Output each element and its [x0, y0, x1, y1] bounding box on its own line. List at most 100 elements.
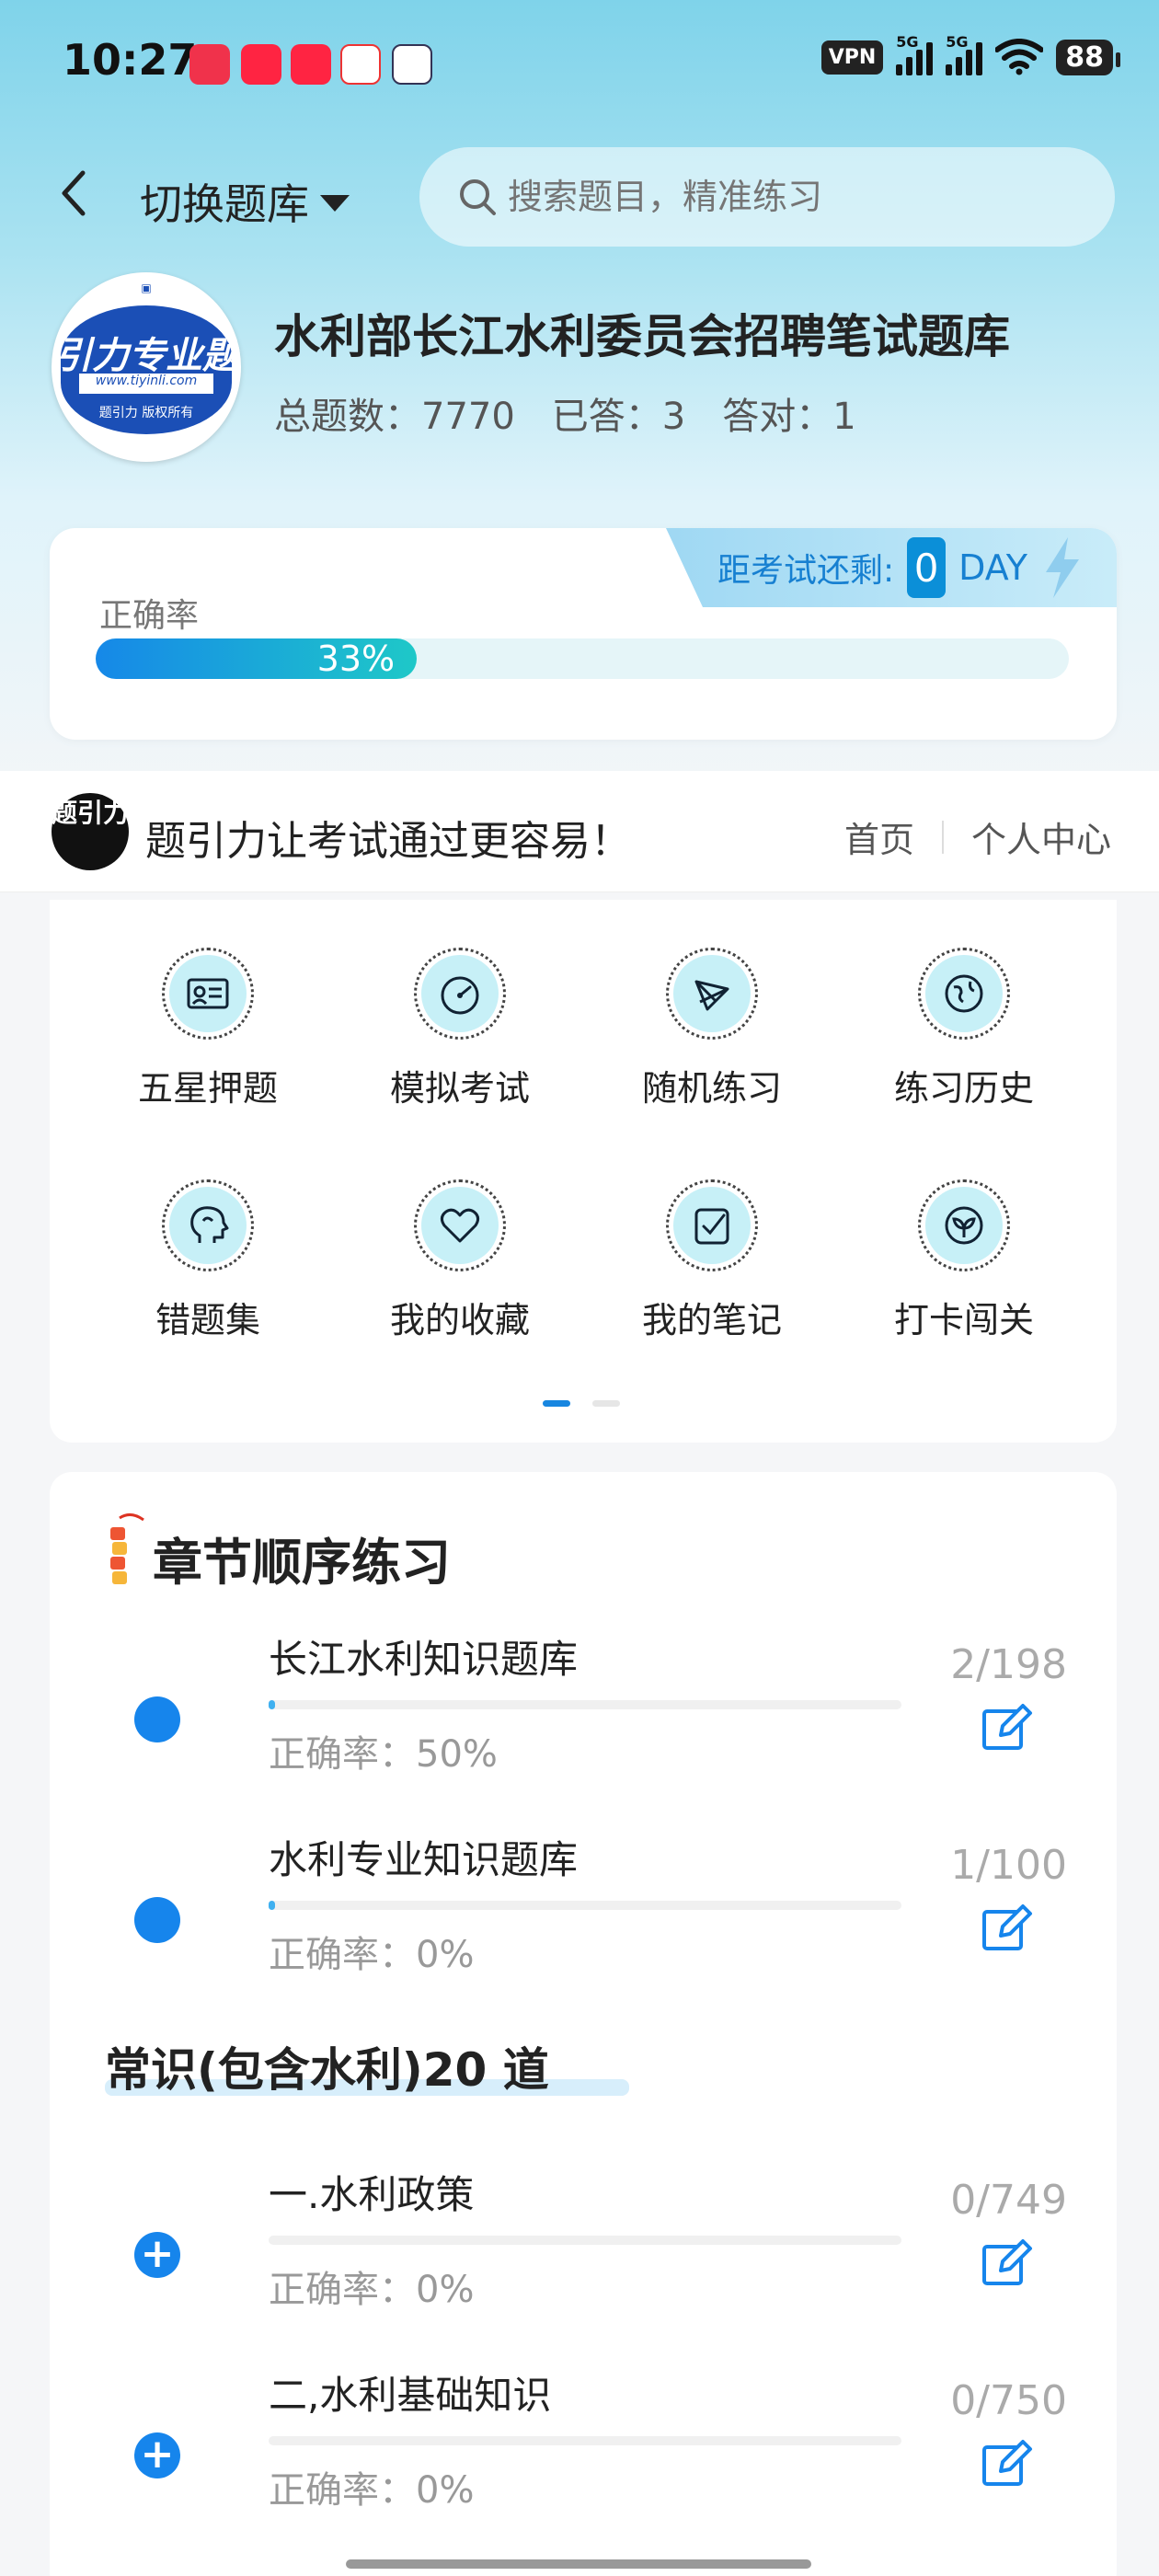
chapter-accuracy: 正确率：50% — [269, 1733, 498, 1776]
chapter-progress-track — [269, 2436, 901, 2445]
chapter-progress-track — [269, 1901, 901, 1910]
edit-icon[interactable] — [979, 2436, 1034, 2491]
signal-icon: 5G — [946, 33, 983, 75]
notification-icon — [189, 44, 230, 85]
logo-copyright: 题引力 版权所有 — [98, 406, 194, 420]
edit-icon[interactable] — [979, 2236, 1034, 2291]
accuracy-percent: 33% — [316, 638, 396, 679]
promo-bar: 题引力 题引力让考试通过更容易！ 首页 个人中心 — [0, 771, 1159, 892]
status-bar: 10:27 VPN 5G 5G 88 — [0, 0, 1159, 129]
expand-plus-icon[interactable]: + — [134, 2432, 180, 2478]
id-card-icon — [187, 978, 229, 1009]
chapter-dot-icon — [134, 1696, 180, 1742]
feature-five-star[interactable]: 五星押题 — [98, 948, 318, 1110]
battery-icon: 88 — [1056, 39, 1120, 75]
shuffle-icon — [694, 980, 729, 1011]
notification-icon — [241, 44, 281, 85]
feature-checkin[interactable]: 打卡闯关 — [854, 1179, 1074, 1342]
chapter-row[interactable]: 长江水利知识题库 正确率：50% 2/198 — [50, 1628, 1117, 1785]
feature-label: 我的收藏 — [389, 1300, 530, 1340]
wifi-icon — [995, 39, 1044, 75]
chapter-row[interactable]: + 二,水利基础知识 正确率：0% 0/750 — [50, 2364, 1117, 2521]
chapter-progress-track — [269, 1700, 901, 1709]
chapter-progress-track — [269, 2236, 901, 2245]
feature-wrong-questions[interactable]: 错题集 — [98, 1179, 318, 1342]
search-input[interactable] — [508, 177, 1060, 217]
feature-history[interactable]: 练习历史 — [854, 948, 1074, 1110]
feature-mock-exam[interactable]: 模拟考试 — [350, 948, 570, 1110]
section-title: 常识(包含水利)20 道 — [105, 2043, 549, 2097]
chapter-row[interactable]: 水利专业知识题库 正确率：0% 1/100 — [50, 1829, 1117, 1985]
chapter-dot-icon — [134, 1897, 180, 1943]
feature-random-practice[interactable]: 随机练习 — [602, 948, 822, 1110]
chapter-accuracy: 正确率：0% — [269, 2469, 475, 2512]
chapter-row[interactable]: + 一.水利政策 正确率：0% 0/749 — [50, 2164, 1117, 2320]
note-check-icon — [694, 1208, 729, 1245]
search-bar[interactable] — [419, 147, 1115, 247]
chapter-name: 二,水利基础知识 — [269, 2373, 552, 2418]
search-icon — [460, 179, 496, 215]
chapter-accuracy: 正确率：0% — [269, 1934, 475, 1976]
chapter-title: 章节顺序练习 — [153, 1534, 451, 1592]
vpn-badge: VPN — [820, 40, 884, 75]
chapter-practice-card: 章节顺序练习 长江水利知识题库 正确率：50% 2/198 水利专业知识题库 正… — [50, 1472, 1117, 2576]
home-indicator[interactable] — [346, 2559, 811, 2569]
feature-label: 模拟考试 — [389, 1068, 530, 1109]
edit-icon[interactable] — [979, 1901, 1034, 1956]
sprout-icon — [945, 1206, 983, 1245]
app-logo: 题引力 — [52, 793, 129, 870]
chapter-name: 水利专业知识题库 — [269, 1837, 579, 1882]
expand-plus-icon[interactable]: + — [134, 2232, 180, 2278]
countdown-label: 距考试还剩: — [717, 552, 895, 590]
bank-title: 水利部长江水利委员会招聘笔试题库 — [274, 310, 1010, 363]
caret-down-icon — [320, 195, 350, 212]
answered-count: 已答：3 — [551, 396, 686, 438]
correct-count: 答对：1 — [722, 396, 856, 438]
feature-label: 错题集 — [155, 1300, 260, 1340]
chapter-name: 长江水利知识题库 — [269, 1637, 579, 1682]
firecracker-icon — [110, 1513, 144, 1584]
accuracy-card: 距考试还剩: 0 DAY 正确率 33% — [50, 528, 1117, 740]
exam-countdown: 距考试还剩: 0 DAY — [666, 528, 1117, 607]
speedometer-icon — [441, 976, 479, 1015]
page-dot-active[interactable] — [543, 1400, 570, 1407]
status-time: 10:27 — [63, 35, 198, 85]
bank-stats: 总题数：7770 已答：3 答对：1 — [274, 386, 856, 440]
feature-favorites[interactable]: 我的收藏 — [350, 1179, 570, 1342]
edit-icon[interactable] — [979, 1700, 1034, 1755]
status-indicators: VPN 5G 5G 88 — [820, 33, 1120, 75]
switch-bank-button[interactable]: 切换题库 — [140, 171, 350, 232]
chapter-progress-fill — [269, 1901, 275, 1910]
feature-notes[interactable]: 我的笔记 — [602, 1179, 822, 1342]
globe-icon — [945, 974, 983, 1013]
logo-brand-text: 引力专业题 — [55, 335, 239, 377]
page-dot[interactable] — [592, 1400, 620, 1407]
feature-grid: 五星押题 模拟考试 随机练习 练习历史 错题集 我的收藏 我的笔记 打卡闯关 — [50, 900, 1117, 1443]
bank-logo: ▣ 引力专业题 www.tiyinli.com 题引力 版权所有 — [52, 272, 241, 462]
chapter-count: 2/198 — [950, 1641, 1067, 1688]
switch-bank-label: 切换题库 — [140, 179, 309, 229]
home-link[interactable]: 首页 — [844, 811, 914, 862]
back-arrow-icon[interactable] — [55, 166, 92, 221]
page-indicator — [543, 1400, 620, 1407]
accuracy-label: 正确率 — [99, 597, 200, 635]
feature-label: 随机练习 — [641, 1068, 782, 1109]
total-count: 总题数：7770 — [274, 396, 515, 438]
chapter-count: 0/750 — [950, 2377, 1067, 2424]
chapter-accuracy: 正确率：0% — [269, 2269, 475, 2311]
countdown-value: 0 — [907, 537, 947, 598]
chapter-progress-fill — [269, 1700, 275, 1709]
notification-icon — [340, 44, 381, 85]
signal-icon: 5G — [896, 33, 934, 75]
head-icon — [190, 1206, 229, 1243]
feature-label: 打卡闯关 — [893, 1300, 1034, 1340]
profile-link[interactable]: 个人中心 — [971, 811, 1111, 862]
chapter-count: 1/100 — [950, 1842, 1067, 1889]
notification-icon — [392, 44, 432, 85]
promo-slogan: 题引力让考试通过更容易！ — [145, 818, 631, 865]
logo-url: www.tiyinli.com — [79, 374, 213, 394]
countdown-unit: DAY — [958, 547, 1027, 588]
chapter-count: 0/749 — [950, 2177, 1067, 2224]
feature-label: 我的笔记 — [641, 1300, 782, 1340]
lightning-icon — [1046, 537, 1079, 598]
